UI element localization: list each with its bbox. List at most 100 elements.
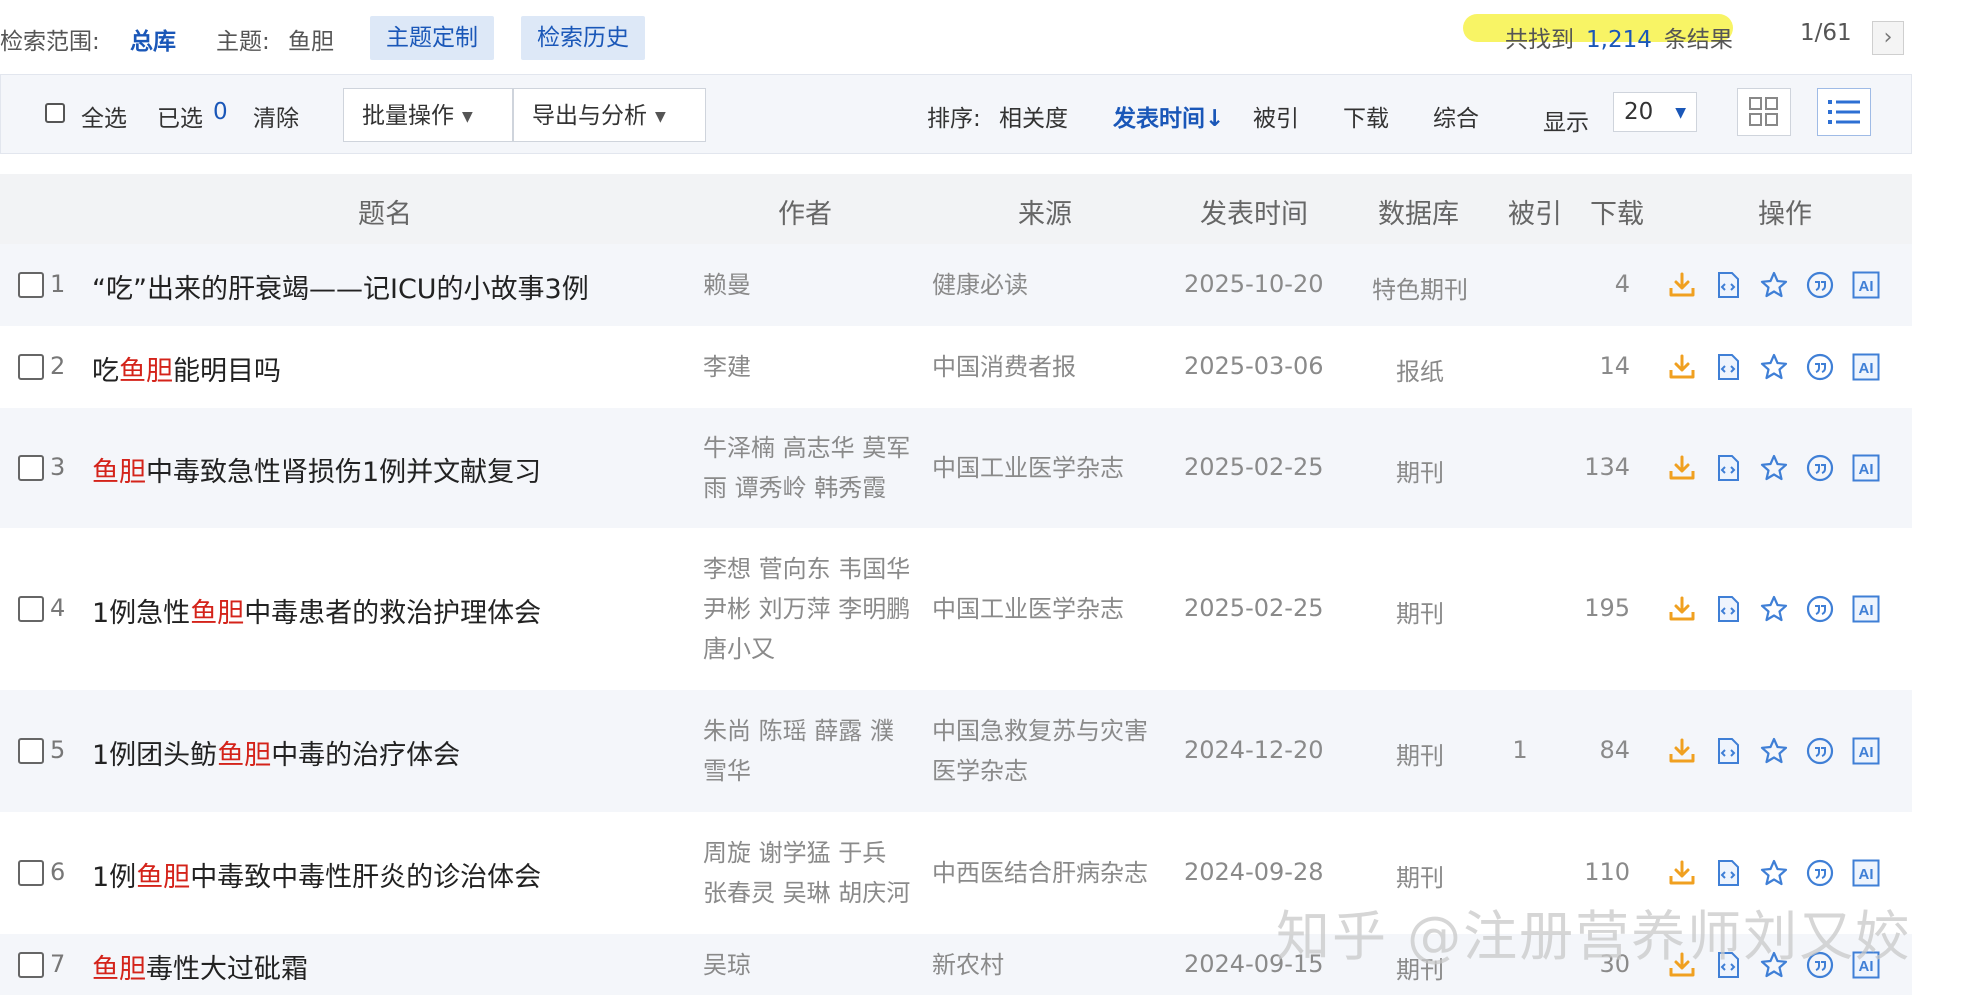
download-button[interactable] [1667, 352, 1697, 382]
author-line[interactable]: 唐小又 [703, 629, 923, 669]
result-title-link[interactable]: 1例团头鲂鱼胆中毒的治疗体会 [92, 733, 460, 772]
quote-button[interactable] [1805, 736, 1835, 766]
html-reader-button[interactable] [1713, 858, 1743, 888]
ai-assistant-button[interactable]: AI [1851, 858, 1881, 888]
select-all-checkbox[interactable] [45, 103, 65, 123]
row-checkbox[interactable] [18, 272, 44, 298]
html-reader-button[interactable] [1713, 594, 1743, 624]
sort-downloads[interactable]: 下载 [1343, 99, 1389, 133]
ai-assistant-button[interactable]: AI [1851, 594, 1881, 624]
quote-button[interactable] [1805, 858, 1835, 888]
export-analysis-dropdown[interactable]: 导出与分析 ▼ [513, 88, 706, 142]
row-authors[interactable]: 朱尚 陈瑶 薛露 濮雪华 [703, 711, 923, 791]
header-date: 发表时间 [1200, 199, 1308, 230]
grid-view-button[interactable] [1737, 88, 1791, 136]
favorite-star-icon [1760, 859, 1788, 886]
sort-publish-date[interactable]: 发表时间↓ [1113, 99, 1224, 133]
scope-value[interactable]: 总库 [130, 22, 176, 56]
author-line[interactable]: 张春灵 吴琳 胡庆河 [703, 873, 923, 913]
list-view-icon [1828, 100, 1860, 124]
favorite-star-button[interactable] [1759, 736, 1789, 766]
download-button[interactable] [1667, 270, 1697, 300]
quote-button[interactable] [1805, 270, 1835, 300]
author-line[interactable]: 朱尚 陈瑶 薛露 濮 [703, 711, 923, 751]
row-source[interactable]: 中西医结合肝病杂志 [932, 853, 1182, 893]
source-line[interactable]: 新农村 [932, 945, 1182, 985]
row-source[interactable]: 中国工业医学杂志 [932, 448, 1182, 488]
sort-relevance[interactable]: 相关度 [999, 99, 1068, 133]
row-authors[interactable]: 周旋 谢学猛 于兵 张春灵 吴琳 胡庆河 [703, 833, 923, 913]
favorite-star-button[interactable] [1759, 594, 1789, 624]
row-checkbox[interactable] [18, 951, 44, 978]
search-history-button[interactable]: 检索历史 [521, 16, 645, 60]
row-source[interactable]: 中国工业医学杂志 [932, 589, 1182, 629]
author-line[interactable]: 雨 谭秀岭 韩秀霞 [703, 468, 923, 508]
row-authors[interactable]: 牛泽楠 高志华 莫军雨 谭秀岭 韩秀霞 [703, 428, 923, 508]
quote-button[interactable] [1805, 594, 1835, 624]
result-title-link[interactable]: 1例鱼胆中毒致中毒性肝炎的诊治体会 [92, 855, 541, 894]
row-authors[interactable]: 吴琼 [703, 945, 923, 985]
topic-custom-button[interactable]: 主题定制 [370, 16, 494, 60]
row-checkbox[interactable] [18, 738, 44, 764]
source-line[interactable]: 健康必读 [932, 265, 1182, 305]
author-line[interactable]: 李建 [703, 347, 923, 387]
favorite-star-button[interactable] [1759, 270, 1789, 300]
next-page-button[interactable]: › [1872, 21, 1904, 55]
source-line[interactable]: 中国工业医学杂志 [932, 589, 1182, 629]
source-line[interactable]: 中国工业医学杂志 [932, 448, 1182, 488]
author-line[interactable]: 雪华 [703, 751, 923, 791]
sort-cited[interactable]: 被引 [1253, 99, 1299, 133]
download-button[interactable] [1667, 736, 1697, 766]
html-reader-button[interactable] [1713, 736, 1743, 766]
row-checkbox[interactable] [18, 596, 44, 622]
row-authors[interactable]: 李想 菅向东 韦国华 尹彬 刘万萍 李明鹏 唐小又 [703, 549, 923, 669]
source-line[interactable]: 医学杂志 [932, 751, 1182, 791]
html-reader-button[interactable] [1713, 453, 1743, 483]
html-reader-button[interactable] [1713, 270, 1743, 300]
result-title-link[interactable]: 鱼胆毒性大过砒霜 [92, 947, 308, 986]
row-source[interactable]: 中国急救复苏与灾害 医学杂志 [932, 711, 1182, 791]
ai-assistant-button[interactable]: AI [1851, 270, 1881, 300]
row-checkbox[interactable] [18, 860, 44, 886]
ai-assistant-button[interactable]: AI [1851, 352, 1881, 382]
author-line[interactable]: 李想 菅向东 韦国华 [703, 549, 923, 589]
row-actions: AI [1667, 453, 1897, 483]
select-all-label[interactable]: 全选 [81, 99, 127, 133]
source-line[interactable]: 中国急救复苏与灾害 [932, 711, 1182, 751]
row-source[interactable]: 中国消费者报 [932, 347, 1182, 387]
row-authors[interactable]: 李建 [703, 347, 923, 387]
result-title-link[interactable]: 鱼胆中毒致急性肾损伤1例并文献复习 [92, 450, 541, 489]
author-line[interactable]: 尹彬 刘万萍 李明鹏 [703, 589, 923, 629]
page-size-select[interactable]: 20 ▼ [1613, 92, 1697, 132]
batch-ops-dropdown[interactable]: 批量操作 ▼ [343, 88, 513, 142]
quote-button[interactable] [1805, 352, 1835, 382]
favorite-star-button[interactable] [1759, 352, 1789, 382]
result-title-link[interactable]: 吃鱼胆能明目吗 [92, 349, 281, 388]
author-line[interactable]: 吴琼 [703, 945, 923, 985]
sort-overall[interactable]: 综合 [1433, 99, 1479, 133]
author-line[interactable]: 赖曼 [703, 265, 923, 305]
favorite-star-button[interactable] [1759, 858, 1789, 888]
ai-assistant-button[interactable]: AI [1851, 736, 1881, 766]
favorite-star-button[interactable] [1759, 453, 1789, 483]
row-authors[interactable]: 赖曼 [703, 265, 923, 305]
result-title-link[interactable]: 1例急性鱼胆中毒患者的救治护理体会 [92, 591, 541, 630]
row-source[interactable]: 健康必读 [932, 265, 1182, 305]
quote-button[interactable] [1805, 453, 1835, 483]
row-source[interactable]: 新农村 [932, 945, 1182, 985]
download-button[interactable] [1667, 858, 1697, 888]
html-reader-button[interactable] [1713, 352, 1743, 382]
download-button[interactable] [1667, 453, 1697, 483]
source-line[interactable]: 中西医结合肝病杂志 [932, 853, 1182, 893]
ai-assistant-button[interactable]: AI [1851, 453, 1881, 483]
result-title-link[interactable]: “吃”出来的肝衰竭——记ICU的小故事3例 [92, 267, 589, 306]
source-line[interactable]: 中国消费者报 [932, 347, 1182, 387]
author-line[interactable]: 牛泽楠 高志华 莫军 [703, 428, 923, 468]
header-downloads: 下载 [1590, 199, 1644, 230]
author-line[interactable]: 周旋 谢学猛 于兵 [703, 833, 923, 873]
row-checkbox[interactable] [18, 354, 44, 380]
clear-button[interactable]: 清除 [253, 99, 299, 133]
list-view-button[interactable] [1817, 88, 1871, 136]
row-checkbox[interactable] [18, 455, 44, 481]
download-button[interactable] [1667, 594, 1697, 624]
